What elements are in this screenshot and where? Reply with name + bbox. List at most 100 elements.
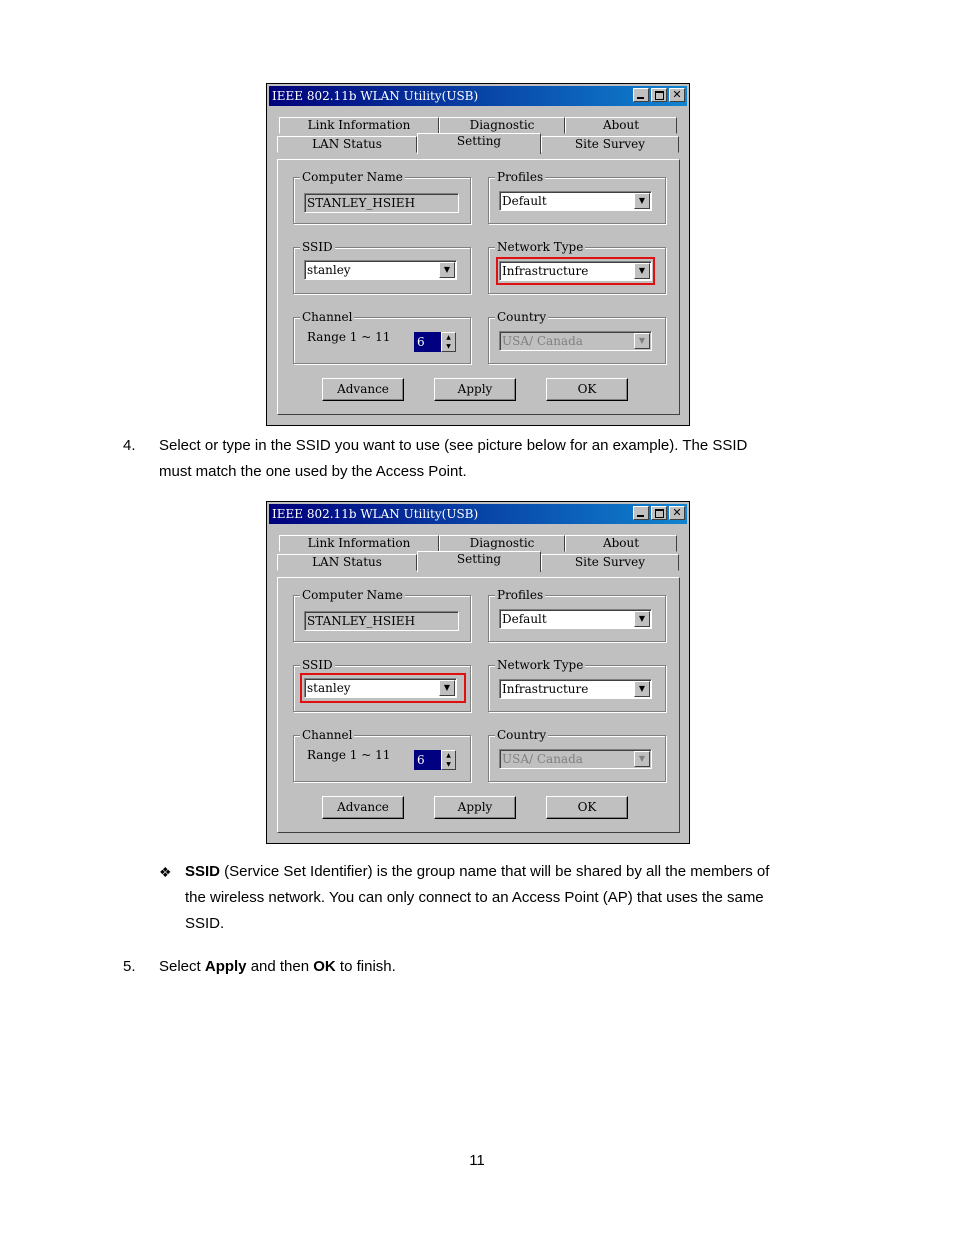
step-5-text: Select Apply and then OK to finish. [159,954,396,980]
bullet-diamond-icon: ❖ [159,864,172,880]
profiles-group: Profiles Default ▼ [488,169,666,224]
ssid-group: SSID stanley ▼ [293,239,471,294]
ssid-value: stanley [307,263,351,277]
channel-value[interactable]: 6 [414,332,441,352]
ssid-select[interactable]: stanley ▼ [304,260,457,280]
chevron-down-icon[interactable]: ▼ [634,681,650,697]
ssid-definition-line-2: the wireless network. You can only conne… [185,889,764,906]
step-5-mid: and then [246,958,314,975]
ssid-definition-line-3: SSID. [185,915,225,932]
spin-arrows-icon[interactable]: ▲ ▼ [441,332,456,352]
apply-button[interactable]: Apply [434,796,516,819]
advance-button[interactable]: Advance [322,378,404,401]
channel-group: Channel Range 1 ~ 11 6 ▲ ▼ [293,309,471,364]
minimize-icon[interactable] [633,506,649,520]
country-label: Country [495,727,549,743]
step-5-pre: Select [159,958,205,975]
tab-site-survey[interactable]: Site Survey [541,136,679,153]
country-select: USA/ Canada ▼ [499,749,652,769]
tab-lan-status[interactable]: LAN Status [277,554,417,571]
ssid-term: SSID [185,863,221,880]
tab-link-information[interactable]: Link Information [279,535,439,552]
profiles-value: Default [502,194,547,208]
computer-name-field[interactable]: STANLEY_HSIEH [304,193,459,213]
ok-button[interactable]: OK [546,796,628,819]
computer-name-group: Computer Name STANLEY_HSIEH [293,169,471,224]
step-5-number: 5. [123,958,136,975]
tab-lan-status[interactable]: LAN Status [277,136,417,153]
title-bar: IEEE 802.11b WLAN Utility(USB) ✕ [269,86,687,106]
spin-arrows-icon[interactable]: ▲ ▼ [441,750,456,770]
highlight-box [300,673,466,703]
highlight-box [496,257,655,285]
close-icon[interactable]: ✕ [669,88,685,102]
computer-name-label: Computer Name [300,169,405,185]
network-type-label: Network Type [495,657,586,673]
country-value: USA/ Canada [502,334,583,348]
tab-about[interactable]: About [565,117,677,134]
ssid-definition-rest: (Service Set Identifier) is the group na… [220,863,770,880]
network-type-group: Network Type Infrastructure ▼ [488,239,666,294]
chevron-down-icon[interactable]: ▼ [634,611,650,627]
step-5-apply: Apply [204,958,247,975]
step-4-line-2: must match the one used by the Access Po… [159,463,467,480]
title-bar: IEEE 802.11b WLAN Utility(USB) ✕ [269,504,687,524]
channel-range: Range 1 ~ 11 [307,330,391,344]
profiles-label: Profiles [495,587,546,603]
network-type-label: Network Type [495,239,586,255]
computer-name-label: Computer Name [300,587,405,603]
setting-panel: Computer Name STANLEY_HSIEH Profiles Def… [277,577,680,833]
chevron-down-icon[interactable]: ▼ [439,262,455,278]
ssid-label: SSID [300,239,335,255]
step-5-ok: OK [313,958,336,975]
country-select: USA/ Canada ▼ [499,331,652,351]
country-group: Country USA/ Canada ▼ [488,309,666,364]
tab-diagnostic[interactable]: Diagnostic [439,117,565,134]
setting-panel: Computer Name STANLEY_HSIEH Profiles Def… [277,159,680,415]
ok-button[interactable]: OK [546,378,628,401]
profiles-select[interactable]: Default ▼ [499,609,652,629]
network-type-select[interactable]: Infrastructure ▼ [499,679,652,699]
computer-name-group: Computer Name STANLEY_HSIEH [293,587,471,642]
wlan-utility-dialog-1: IEEE 802.11b WLAN Utility(USB) ✕ Link In… [266,83,690,426]
chevron-down-icon: ▼ [634,751,650,767]
computer-name-field[interactable]: STANLEY_HSIEH [304,611,459,631]
maximize-icon[interactable] [651,88,667,102]
maximize-icon[interactable] [651,506,667,520]
close-icon[interactable]: ✕ [669,506,685,520]
network-type-value: Infrastructure [502,682,589,696]
profiles-group: Profiles Default ▼ [488,587,666,642]
channel-value[interactable]: 6 [414,750,441,770]
tab-setting[interactable]: Setting [417,551,541,572]
country-label: Country [495,309,549,325]
chevron-down-icon: ▼ [634,333,650,349]
channel-range: Range 1 ~ 11 [307,748,391,762]
wlan-utility-dialog-2: IEEE 802.11b WLAN Utility(USB) ✕ Link In… [266,501,690,844]
window-title: IEEE 802.11b WLAN Utility(USB) [272,89,479,103]
ssid-label: SSID [300,657,335,673]
apply-button[interactable]: Apply [434,378,516,401]
channel-label: Channel [300,727,355,743]
chevron-down-icon[interactable]: ▼ [634,193,650,209]
tab-setting[interactable]: Setting [417,133,541,154]
country-group: Country USA/ Canada ▼ [488,727,666,782]
tab-diagnostic[interactable]: Diagnostic [439,535,565,552]
step-4-number: 4. [123,437,136,454]
ssid-group: SSID stanley ▼ [293,657,471,712]
minimize-icon[interactable] [633,88,649,102]
tab-site-survey[interactable]: Site Survey [541,554,679,571]
country-value: USA/ Canada [502,752,583,766]
profiles-select[interactable]: Default ▼ [499,191,652,211]
advance-button[interactable]: Advance [322,796,404,819]
network-type-group: Network Type Infrastructure ▼ [488,657,666,712]
page-number: 11 [469,1152,485,1169]
ssid-definition: SSID (Service Set Identifier) is the gro… [185,859,833,937]
channel-label: Channel [300,309,355,325]
step-4-line-1: Select or type in the SSID you want to u… [159,437,748,454]
window-title: IEEE 802.11b WLAN Utility(USB) [272,507,479,521]
profiles-label: Profiles [495,169,546,185]
tab-link-information[interactable]: Link Information [279,117,439,134]
channel-group: Channel Range 1 ~ 11 6 ▲ ▼ [293,727,471,782]
tab-about[interactable]: About [565,535,677,552]
profiles-value: Default [502,612,547,626]
